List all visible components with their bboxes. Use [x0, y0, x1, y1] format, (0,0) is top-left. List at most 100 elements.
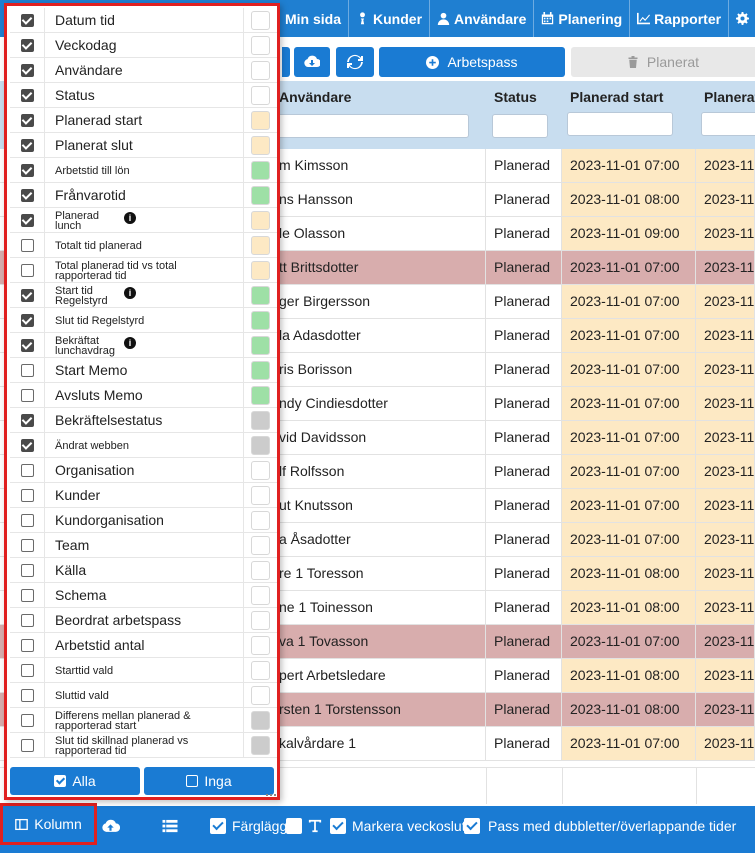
cell-status[interactable]: Planerad: [486, 421, 562, 454]
column-option-checkbox[interactable]: [20, 638, 34, 652]
column-option-checkbox[interactable]: [20, 313, 34, 327]
column-option-checkbox[interactable]: [20, 563, 34, 577]
farglagg-toggle[interactable]: Färglägg: [210, 806, 287, 846]
select-all-button[interactable]: Alla: [10, 767, 140, 795]
info-icon[interactable]: i: [124, 212, 136, 224]
column-option[interactable]: Planerat slut: [10, 132, 277, 158]
column-option[interactable]: Kundorganisation: [10, 507, 277, 533]
column-option[interactable]: Team: [10, 532, 277, 558]
cell-planned-start[interactable]: 2023-11-01 07:00: [562, 455, 696, 488]
column-option-checkbox[interactable]: [20, 263, 34, 277]
resize-handle[interactable]: [266, 790, 276, 796]
cell-planned-end[interactable]: 2023-11: [696, 523, 755, 556]
cell-planned-end[interactable]: 2023-11: [696, 455, 755, 488]
column-option-checkbox[interactable]: [20, 538, 34, 552]
cell-planned-start[interactable]: 2023-11-01 08:00: [562, 183, 696, 216]
markera-veckoslut-toggle[interactable]: Markera veckoslut: [330, 806, 466, 846]
cell-planned-end[interactable]: 2023-11: [696, 659, 755, 692]
column-color-swatch[interactable]: [251, 85, 270, 105]
column-color-swatch[interactable]: [251, 485, 270, 505]
column-color-swatch[interactable]: [251, 235, 270, 255]
column-color-swatch[interactable]: [251, 360, 270, 380]
cell-planned-start[interactable]: 2023-11-01 07:00: [562, 489, 696, 522]
text-toggle[interactable]: [286, 806, 322, 846]
column-option[interactable]: Planerad lunch i: [10, 207, 277, 233]
filter-status-input[interactable]: [492, 114, 548, 138]
column-option-checkbox[interactable]: [20, 738, 34, 752]
cell-planned-start[interactable]: 2023-11-01 07:00: [562, 523, 696, 556]
cell-planned-start[interactable]: 2023-11-01 07:00: [562, 285, 696, 318]
cell-planned-end[interactable]: 2023-11: [696, 183, 755, 216]
cell-planned-start[interactable]: 2023-11-01 09:00: [562, 217, 696, 250]
column-color-swatch[interactable]: [251, 510, 270, 530]
column-color-swatch[interactable]: [251, 260, 270, 280]
cell-status[interactable]: Planerad: [486, 727, 562, 760]
column-color-swatch[interactable]: [251, 285, 270, 305]
column-color-swatch[interactable]: [251, 385, 270, 405]
column-option[interactable]: Starttid vald: [10, 657, 277, 683]
select-none-button[interactable]: Inga: [144, 767, 274, 795]
column-option-checkbox[interactable]: [20, 213, 34, 227]
column-option-checkbox[interactable]: [20, 13, 34, 27]
column-option-checkbox[interactable]: [20, 113, 34, 127]
farglagg-checkbox[interactable]: [210, 818, 226, 834]
column-option-checkbox[interactable]: [20, 688, 34, 702]
nav-settings[interactable]: [728, 0, 755, 37]
cell-planned-start[interactable]: 2023-11-01 07:00: [562, 319, 696, 352]
cell-planned-start[interactable]: 2023-11-01 08:00: [562, 693, 696, 726]
cell-planned-start[interactable]: 2023-11-01 08:00: [562, 591, 696, 624]
column-option[interactable]: Start tid Regelstyrd i: [10, 282, 277, 308]
column-option[interactable]: Differens mellan planerad & rapporterad …: [10, 707, 277, 733]
cell-status[interactable]: Planerad: [486, 217, 562, 250]
column-option[interactable]: Start Memo: [10, 357, 277, 383]
column-option[interactable]: Avsluts Memo: [10, 382, 277, 408]
column-color-swatch[interactable]: [251, 610, 270, 630]
cell-status[interactable]: Planerad: [486, 523, 562, 556]
column-color-swatch[interactable]: [251, 560, 270, 580]
column-option-checkbox[interactable]: [20, 63, 34, 77]
cell-planned-start[interactable]: 2023-11-01 08:00: [562, 659, 696, 692]
column-color-swatch[interactable]: [251, 10, 270, 30]
column-option-checkbox[interactable]: [20, 513, 34, 527]
cell-planned-end[interactable]: 2023-11: [696, 353, 755, 386]
cell-planned-end[interactable]: 2023-11: [696, 557, 755, 590]
cell-status[interactable]: Planerad: [486, 455, 562, 488]
column-option-checkbox[interactable]: [20, 613, 34, 627]
cell-planned-end[interactable]: 2023-11: [696, 217, 755, 250]
header-planerat-slut[interactable]: Planerat: [696, 81, 755, 149]
filter-anvandare-input[interactable]: [277, 114, 469, 138]
cell-status[interactable]: Planerad: [486, 557, 562, 590]
column-option[interactable]: Organisation: [10, 457, 277, 483]
cell-planned-end[interactable]: 2023-11: [696, 625, 755, 658]
column-option-checkbox[interactable]: [20, 138, 34, 152]
column-option[interactable]: Bekräftat lunchavdrag i: [10, 332, 277, 358]
cell-status[interactable]: Planerad: [486, 285, 562, 318]
column-option[interactable]: Ändrat webben: [10, 432, 277, 458]
cell-status[interactable]: Planerad: [486, 319, 562, 352]
column-color-swatch[interactable]: [251, 460, 270, 480]
column-option-checkbox[interactable]: [20, 288, 34, 302]
column-option-checkbox[interactable]: [20, 363, 34, 377]
filter-planerat-slut-input[interactable]: [701, 112, 755, 136]
toolbar-partial-button[interactable]: [282, 47, 290, 77]
column-option[interactable]: Datum tid: [10, 8, 277, 33]
column-option[interactable]: Totalt tid planerad: [10, 232, 277, 258]
cell-status[interactable]: Planerad: [486, 183, 562, 216]
cell-status[interactable]: Planerad: [486, 149, 562, 182]
download-button[interactable]: [294, 47, 330, 77]
column-color-swatch[interactable]: [251, 210, 270, 230]
column-color-swatch[interactable]: [251, 335, 270, 355]
filter-planerad-start-input[interactable]: [567, 112, 673, 136]
kolumn-button[interactable]: Kolumn: [0, 803, 97, 845]
cell-planned-start[interactable]: 2023-11-01 07:00: [562, 625, 696, 658]
markera-veckoslut-checkbox[interactable]: [330, 818, 346, 834]
header-status[interactable]: Status: [486, 81, 562, 149]
column-color-swatch[interactable]: [251, 735, 270, 755]
dubbletter-toggle[interactable]: Pass med dubbletter/överlappande tider: [464, 806, 736, 846]
cell-status[interactable]: Planerad: [486, 659, 562, 692]
column-color-swatch[interactable]: [251, 585, 270, 605]
cell-planned-start[interactable]: 2023-11-01 07:00: [562, 421, 696, 454]
cell-planned-end[interactable]: 2023-11: [696, 251, 755, 284]
column-color-swatch[interactable]: [251, 160, 270, 180]
column-color-swatch[interactable]: [251, 685, 270, 705]
